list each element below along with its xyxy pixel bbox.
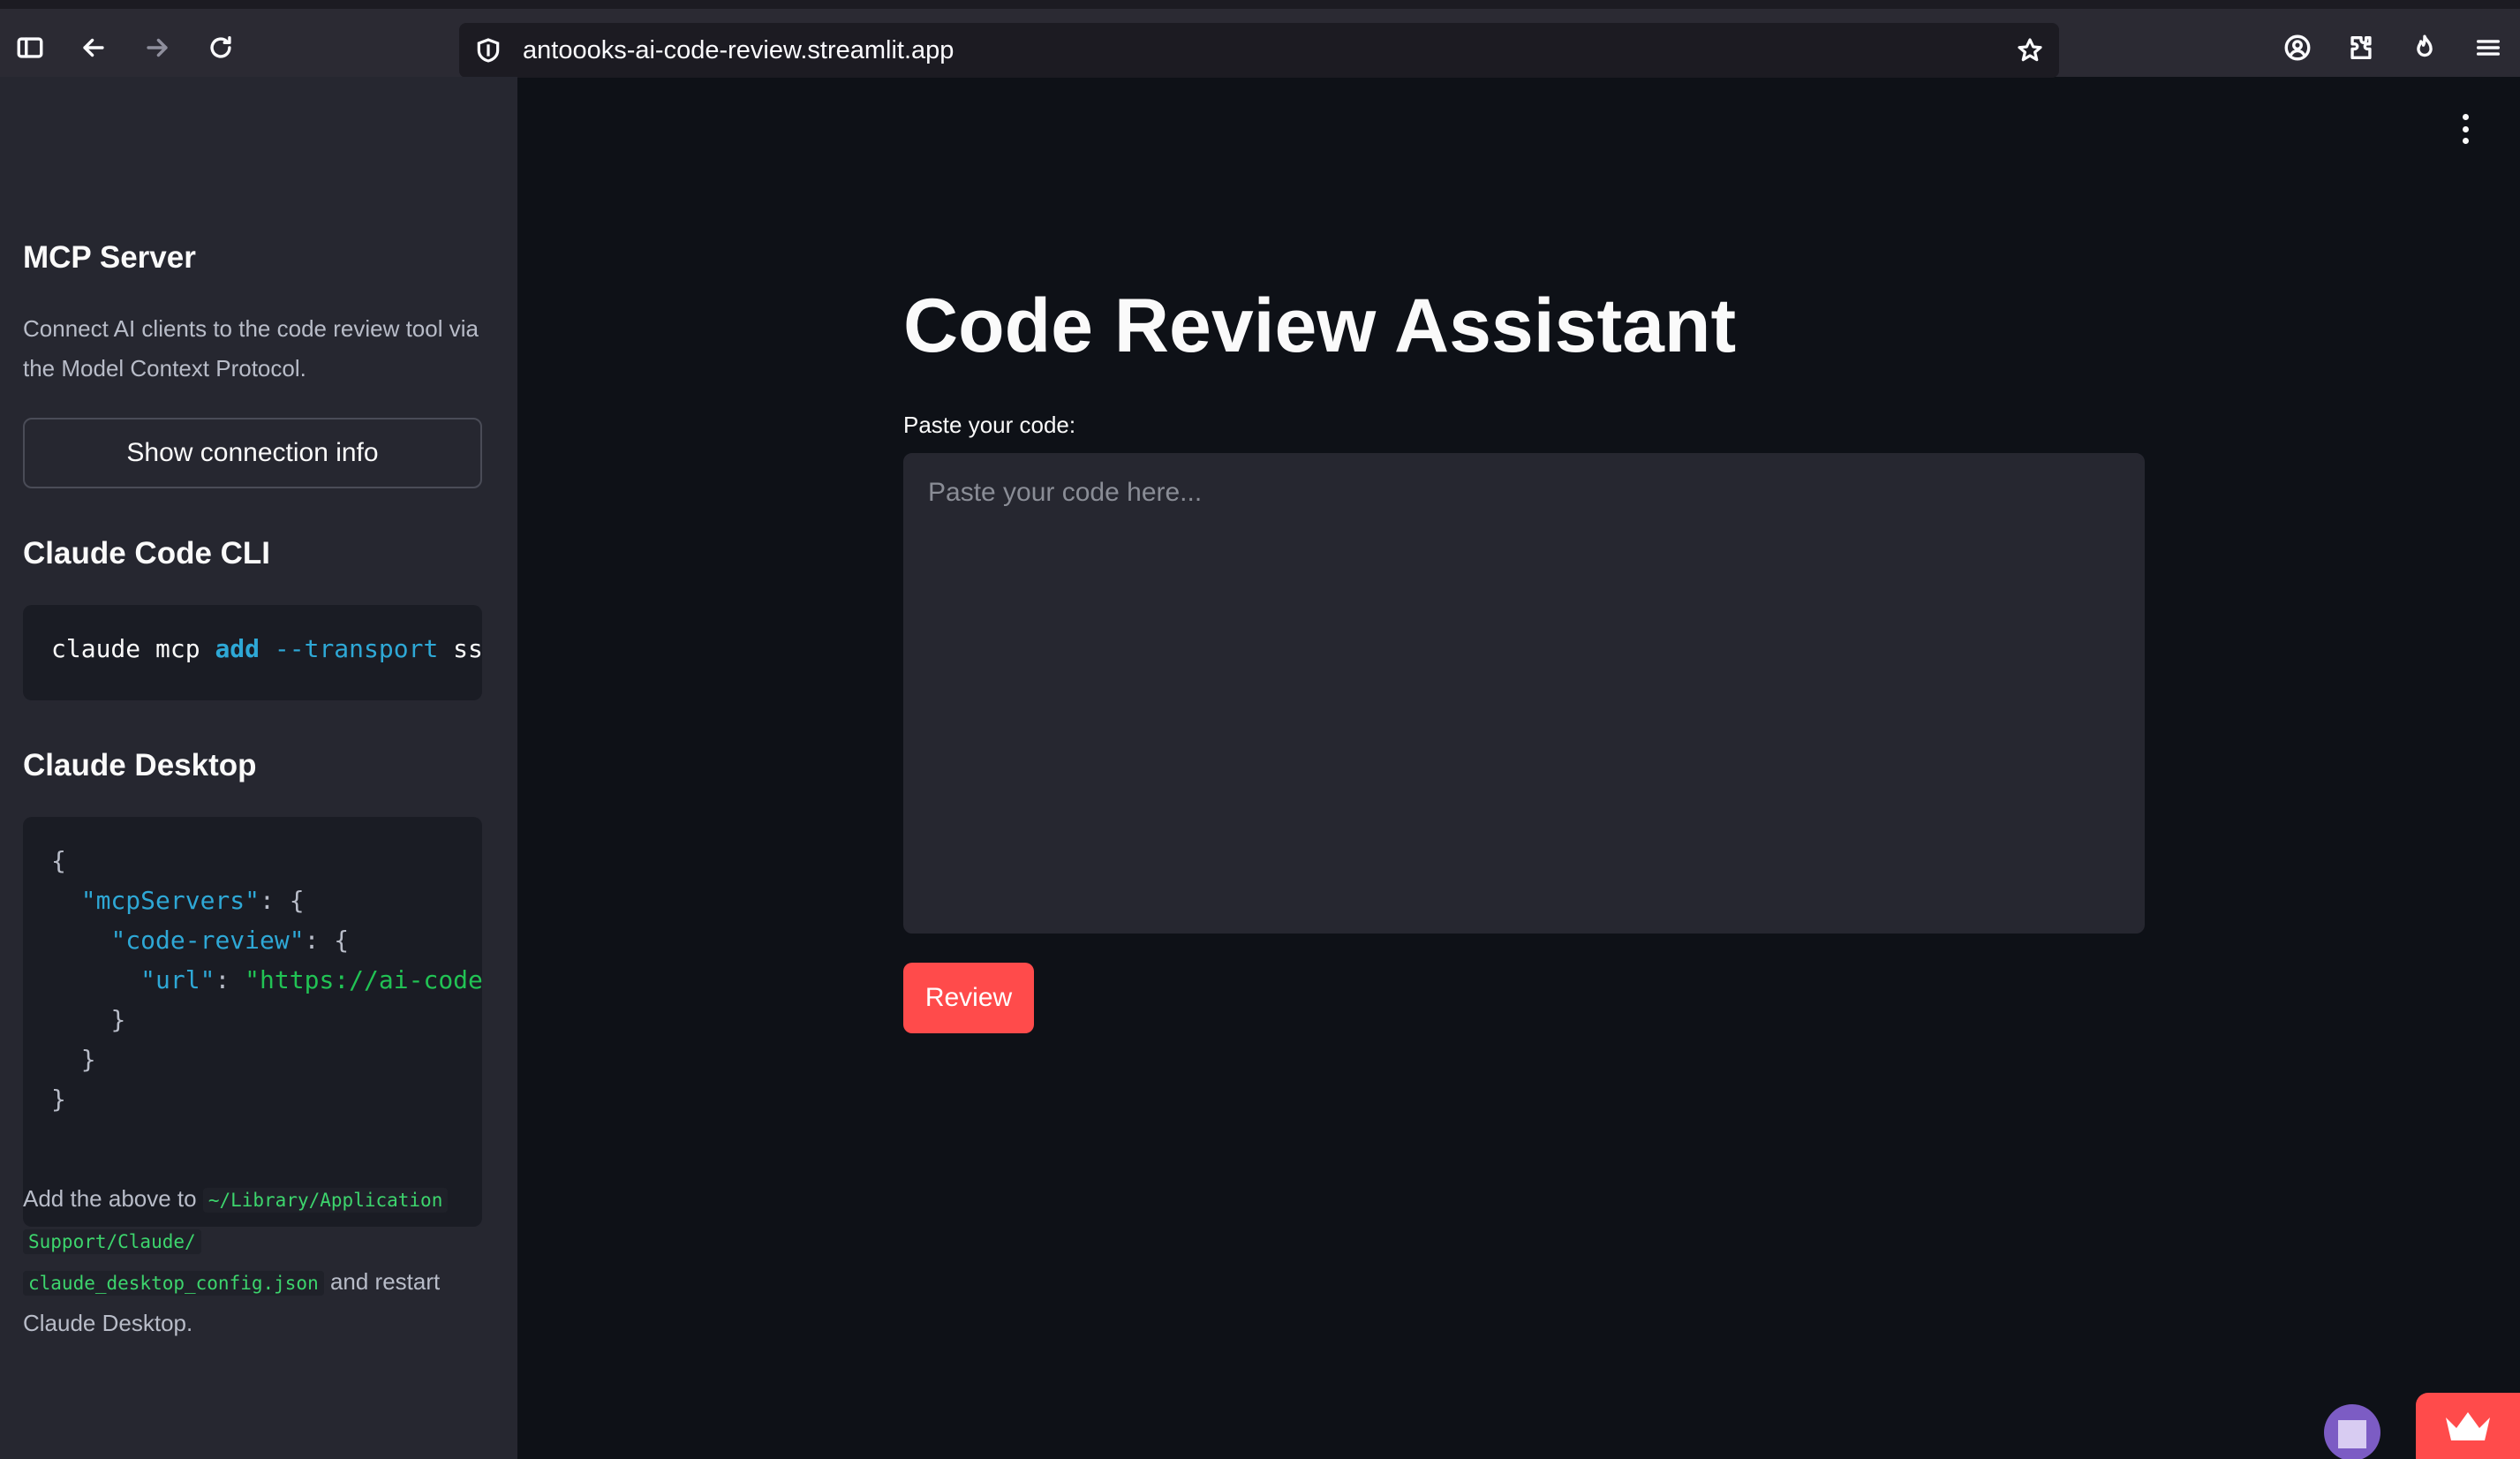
mcp-server-heading: MCP Server [23,240,196,275]
flame-icon[interactable] [2405,28,2444,67]
cli-flag: --transport [274,634,439,663]
mcp-description: Connect AI clients to the code review to… [23,315,479,382]
extensions-icon[interactable] [2342,28,2380,67]
note-path: ~/Library/Application [202,1188,449,1213]
note-suffix: Claude Desktop. [23,1310,193,1336]
address-bar[interactable]: antoooks-ai-code-review.streamlit.app [459,23,2059,78]
reload-icon[interactable] [201,28,240,67]
code-input[interactable] [903,453,2145,934]
forward-arrow-icon[interactable] [138,28,177,67]
json-key-url: "url" [140,965,215,994]
config-note: Add the above to ~/Library/Application Su… [23,1179,491,1343]
json-config-block[interactable]: { "mcpServers": { "code-review": { "url"… [23,817,482,1227]
more-options-icon[interactable] [2455,114,2476,144]
sidebar: MCP Server Connect AI clients to the cod… [0,77,517,1459]
sidebar-toggle-icon[interactable] [11,28,49,67]
claude-desktop-heading: Claude Desktop [23,748,257,782]
json-brace: { [51,846,66,875]
json-key-mcpservers: "mcpServers" [80,886,260,915]
json-key-code-review: "code-review" [110,926,305,955]
show-connection-info-button[interactable]: Show connection info [23,418,482,488]
note-prefix: Add the above to [23,1185,203,1212]
claude-code-cli-heading: Claude Code CLI [23,536,271,571]
bookmark-star-icon[interactable] [2011,32,2048,69]
json-brace: } [51,1085,66,1114]
code-input-label: Paste your code: [903,412,1076,438]
note-path: Support/Claude/ [23,1229,201,1254]
shield-icon[interactable] [470,32,507,69]
main-content: Code Review Assistant Paste your code: R… [517,77,2520,1459]
cli-command-text: claude mcp [51,634,215,663]
json-url-value: "https://ai-code [245,965,482,994]
cli-subcommand: add [215,634,260,663]
review-button[interactable]: Review [903,963,1034,1033]
hamburger-menu-icon[interactable] [2469,28,2508,67]
cli-rest: ss [438,634,482,663]
back-arrow-icon[interactable] [74,28,113,67]
note-suffix: and restart [323,1268,441,1295]
account-icon[interactable] [2278,28,2317,67]
crown-icon[interactable] [2416,1393,2520,1459]
page-title: Code Review Assistant [903,283,1737,368]
url-text[interactable]: antoooks-ai-code-review.streamlit.app [523,36,954,65]
note-path: claude_desktop_config.json [23,1271,324,1296]
browser-toolbar: antoooks-ai-code-review.streamlit.app [0,0,2520,78]
avatar[interactable] [2324,1404,2380,1459]
cli-command-block[interactable]: claude mcp add --transport ss [23,605,482,700]
